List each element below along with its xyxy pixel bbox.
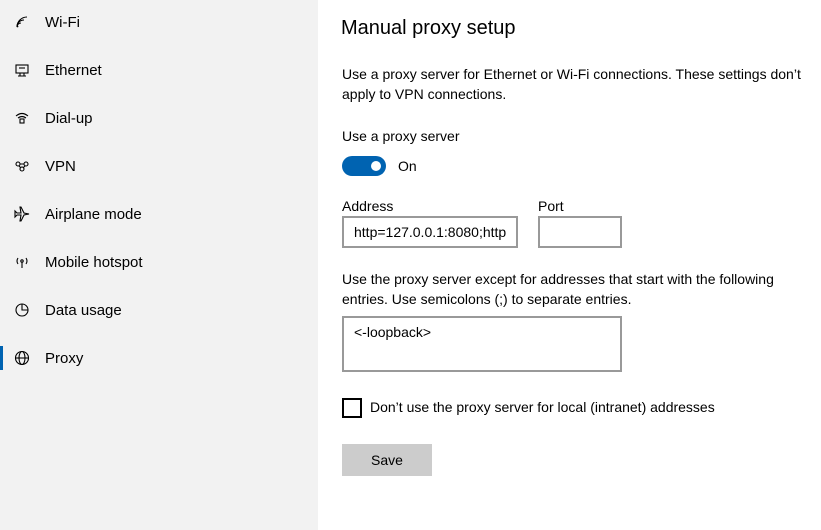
toggle-knob: [371, 161, 381, 171]
local-addresses-checkbox[interactable]: [342, 398, 362, 418]
ethernet-icon: [13, 61, 31, 79]
address-input[interactable]: [342, 216, 518, 248]
proxy-settings-panel: Manual proxy setup Use a proxy server fo…: [318, 0, 821, 530]
dialup-icon: [13, 109, 31, 127]
port-input[interactable]: [538, 216, 622, 248]
sidebar-item-data-usage[interactable]: Data usage: [0, 290, 318, 330]
address-label: Address: [342, 198, 394, 214]
exceptions-description: Use the proxy server except for addresse…: [342, 271, 774, 307]
sidebar-item-label: Ethernet: [45, 61, 102, 79]
toggle-state-label: On: [398, 158, 417, 174]
hotspot-icon: [13, 253, 31, 271]
globe-icon: [13, 349, 31, 367]
proxy-description: Use a proxy server for Ethernet or Wi-Fi…: [342, 66, 801, 102]
airplane-icon: [13, 205, 31, 223]
sidebar-item-proxy[interactable]: Proxy: [0, 338, 318, 378]
sidebar-item-ethernet[interactable]: Ethernet: [0, 50, 318, 90]
save-button[interactable]: Save: [342, 444, 432, 476]
sidebar-item-wifi[interactable]: Wi-Fi: [0, 2, 318, 42]
exceptions-textarea[interactable]: <-loopback>: [342, 316, 622, 372]
local-addresses-label: Don’t use the proxy server for local (in…: [370, 399, 715, 415]
sidebar-item-dialup[interactable]: Dial-up: [0, 98, 318, 138]
page-title: Manual proxy setup: [341, 17, 516, 39]
data-usage-icon: [13, 301, 31, 319]
sidebar-item-label: Dial-up: [45, 109, 93, 127]
vpn-icon: [13, 157, 31, 175]
use-proxy-toggle[interactable]: [342, 156, 386, 176]
sidebar-item-label: Wi-Fi: [45, 13, 80, 31]
wifi-icon: [13, 13, 31, 31]
port-label: Port: [538, 198, 564, 214]
sidebar-item-label: Airplane mode: [45, 205, 142, 223]
use-proxy-label: Use a proxy server: [342, 128, 460, 144]
sidebar-item-vpn[interactable]: VPN: [0, 146, 318, 186]
sidebar-item-label: VPN: [45, 157, 76, 175]
sidebar-item-label: Mobile hotspot: [45, 253, 143, 271]
sidebar-item-label: Proxy: [45, 349, 84, 367]
sidebar-item-airplane-mode[interactable]: Airplane mode: [0, 194, 318, 234]
sidebar-item-label: Data usage: [45, 301, 122, 319]
sidebar: Wi-Fi Ethernet Dial-up VPN Airplane mode…: [0, 0, 318, 530]
sidebar-item-mobile-hotspot[interactable]: Mobile hotspot: [0, 242, 318, 282]
